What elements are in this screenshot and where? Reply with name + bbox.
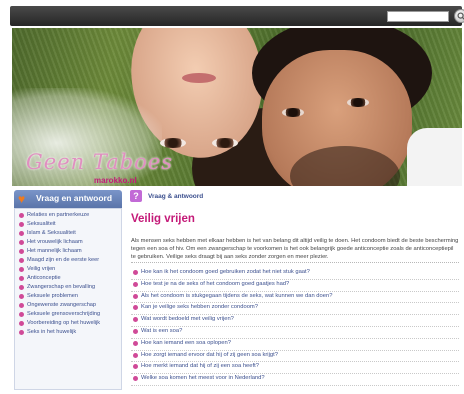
bullet-icon [133, 328, 138, 334]
question-icon: ? [130, 190, 142, 202]
sidebar-item-anticonceptie[interactable]: Anticonceptie [19, 275, 117, 282]
sidebar-item-islam[interactable]: Islam & Seksualiteit [19, 230, 117, 237]
heart-icon: ♥ [18, 192, 26, 206]
bullet-icon [133, 293, 138, 299]
divider [131, 262, 459, 263]
bullet-icon [133, 305, 138, 311]
sidebar-item-veilig-vrijen[interactable]: Veilig vrijen [19, 266, 117, 273]
sidebar: Relaties en partnerkeuze Seksualiteit Is… [14, 208, 122, 390]
bullet-icon [19, 303, 24, 308]
breadcrumb[interactable]: Vraag & antwoord [148, 193, 203, 200]
faq-item[interactable]: Hoe kan iemand een soa oplopen? [131, 339, 459, 351]
bullet-icon [19, 312, 24, 317]
sidebar-item-ongewenste-zwangerschap[interactable]: Ongewenste zwangerschap [19, 302, 117, 309]
search-input[interactable] [387, 11, 449, 22]
bullet-icon [19, 285, 24, 290]
sidebar-item-seksualiteit[interactable]: Seksualiteit [19, 221, 117, 228]
bullet-icon [19, 276, 24, 281]
bullet-icon [19, 267, 24, 272]
bullet-icon [19, 258, 24, 263]
sidebar-item-seks-huwelijk[interactable]: Seks in het huwelijk [19, 329, 117, 336]
sidebar-item-vrouwelijk[interactable]: Het vrouwelijk lichaam [19, 239, 117, 246]
sidebar-item-maagd[interactable]: Maagd zijn en de eerste keer [19, 257, 117, 264]
faq-item[interactable]: Kan je veilige seks hebben zonder condoo… [131, 303, 459, 316]
bullet-icon [133, 352, 138, 358]
sidebar-item-zwangerschap[interactable]: Zwangerschap en bevalling [19, 284, 117, 291]
bullet-icon [133, 281, 138, 287]
bullet-icon [133, 340, 138, 346]
site-logo[interactable]: Geen Taboes [26, 150, 173, 174]
top-bar [10, 6, 464, 26]
sidebar-item-voorbereiding-huwelijk[interactable]: Voorbereiding op het huwelijk [19, 320, 117, 327]
sidebar-item-grensoverschrijding[interactable]: Seksuele grensoverschrijding [19, 311, 117, 318]
sidebar-item-mannelijk[interactable]: Het mannelijk lichaam [19, 248, 117, 255]
faq-item[interactable]: Hoe kan ik het condoom goed gebruiken zo… [131, 268, 459, 280]
bullet-icon [133, 270, 138, 275]
bullet-icon [133, 376, 138, 382]
bullet-icon [19, 222, 24, 227]
faq-item[interactable]: Wat is een soa? [131, 327, 459, 339]
faq-list: Hoe kan ik het condoom goed gebruiken zo… [131, 268, 459, 386]
hero-banner: Geen Taboes marokko.nl [12, 28, 462, 186]
bullet-icon [19, 249, 24, 254]
faq-item[interactable]: Als het condoom is stukgegaan tijdens de… [131, 292, 459, 304]
sidebar-title: Vraag en antwoord [36, 193, 113, 203]
search-button[interactable] [454, 9, 464, 23]
intro-text: Als mensen seks hebben met elkaar hebben… [131, 238, 459, 260]
site-logo-domain[interactable]: marokko.nl [94, 176, 137, 185]
faq-item[interactable]: Hoe merkt iemand dat hij of zij een soa … [131, 362, 459, 375]
faq-item[interactable]: Hoe test je na de seks of het condoom go… [131, 280, 459, 292]
bullet-icon [133, 317, 138, 323]
bullet-icon [19, 330, 24, 335]
bullet-icon [19, 294, 24, 299]
faq-item[interactable]: Hoe zorgt iemand ervoor dat hij of zij g… [131, 351, 459, 363]
search-icon [457, 12, 464, 20]
sidebar-header: ♥ Vraag en antwoord [14, 190, 122, 208]
faq-item[interactable]: Welke soa komen het meest voor in Nederl… [131, 374, 459, 386]
sidebar-item-relaties[interactable]: Relaties en partnerkeuze [19, 212, 117, 219]
page-title: Veilig vrijen [131, 213, 195, 225]
bullet-icon [19, 321, 24, 326]
sidebar-item-seksuele-problemen[interactable]: Seksuele problemen [19, 293, 117, 300]
bullet-icon [133, 364, 138, 370]
bullet-icon [19, 213, 24, 218]
bullet-icon [19, 240, 24, 245]
bullet-icon [19, 231, 24, 236]
faq-item[interactable]: Wat wordt bedoeld met veilig vrijen? [131, 315, 459, 327]
